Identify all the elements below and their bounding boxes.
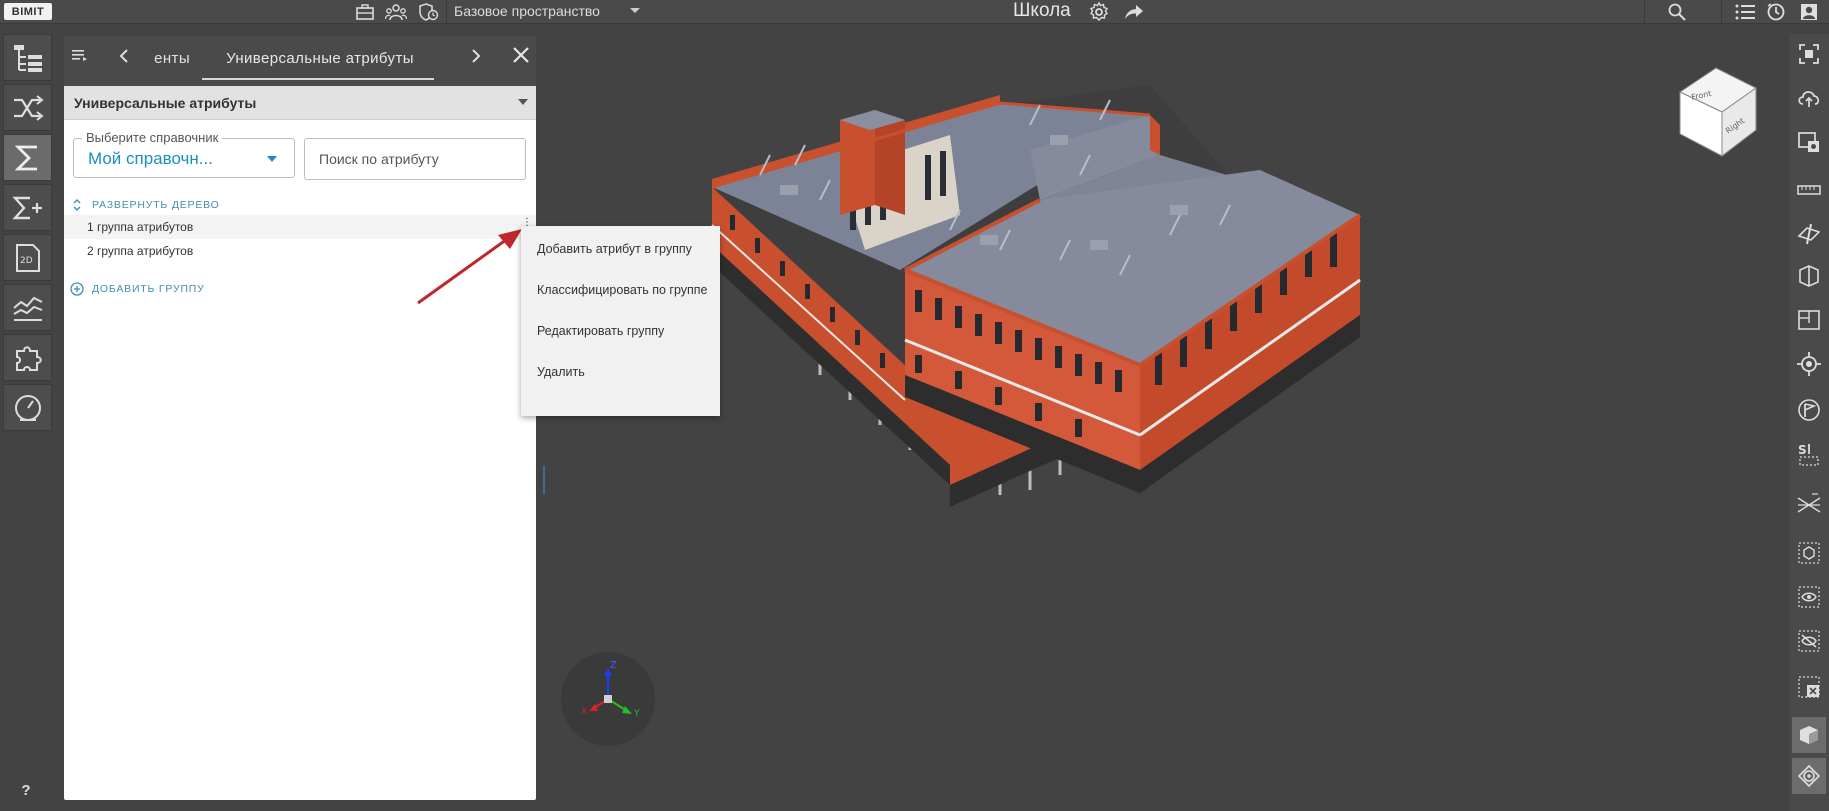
- analytics-button[interactable]: [3, 284, 52, 331]
- gear-icon[interactable]: [1088, 2, 1110, 22]
- grid-axes-icon[interactable]: [1792, 486, 1826, 522]
- chart-lines-icon: [12, 296, 42, 321]
- tab-elements[interactable]: Элементы: [154, 50, 190, 67]
- axis-z-label: Z: [610, 660, 617, 671]
- panel-resize-handle[interactable]: [543, 466, 545, 494]
- chevron-down-icon[interactable]: [628, 4, 642, 23]
- solid-cube-icon[interactable]: [1792, 717, 1826, 753]
- tree-item-label: 1 группа атрибутов: [87, 220, 194, 234]
- cloud-upload-icon[interactable]: [1792, 80, 1826, 116]
- target-icon[interactable]: [1792, 346, 1826, 382]
- drawings-2d-button[interactable]: 2D: [3, 234, 52, 281]
- notifications-icon[interactable]: [1765, 2, 1787, 22]
- attributes-button[interactable]: [3, 134, 52, 181]
- section-title: Универсальные атрибуты: [74, 95, 257, 111]
- hide-eye-icon[interactable]: [1792, 623, 1826, 659]
- caret-down-icon[interactable]: [518, 99, 528, 105]
- chevron-right-icon[interactable]: [470, 48, 482, 69]
- add-calculation-button[interactable]: [3, 184, 52, 231]
- expand-tree-button[interactable]: РАЗВЕРНУТЬ ДЕРЕВО: [72, 198, 220, 212]
- help-button[interactable]: ?: [12, 778, 40, 802]
- tree-icon: [13, 44, 42, 72]
- menu-item-classify-by-group[interactable]: Классифицировать по группе: [537, 283, 708, 297]
- menu-list-icon[interactable]: [71, 47, 89, 68]
- annotation-arrow: [417, 229, 522, 305]
- svg-text:S: S: [1798, 443, 1807, 457]
- section-box-icon[interactable]: [1792, 258, 1826, 294]
- model-tree-button[interactable]: [3, 34, 52, 81]
- briefcase-icon[interactable]: [354, 2, 376, 22]
- tree-item-label: 2 группа атрибутов: [87, 244, 194, 258]
- view-cube[interactable]: Front Right: [1672, 64, 1764, 160]
- attribute-search-input[interactable]: [304, 138, 526, 180]
- section-header[interactable]: Универсальные атрибуты: [64, 86, 536, 120]
- ruler-icon[interactable]: [1792, 172, 1826, 208]
- 2d-sheet-icon: 2D: [15, 243, 40, 272]
- add-group-label: ДОБАВИТЬ ГРУППУ: [92, 283, 205, 295]
- flag-icon[interactable]: [1792, 392, 1826, 428]
- dashboard-button[interactable]: [3, 384, 52, 431]
- section-plane-icon[interactable]: [1792, 216, 1826, 252]
- clear-selection-icon[interactable]: [1792, 669, 1826, 705]
- active-tab-indicator: [202, 78, 434, 80]
- sigma-plus-icon: [11, 196, 42, 219]
- isolate-box-icon[interactable]: [1792, 535, 1826, 571]
- orbit-navigation-icon[interactable]: [1792, 758, 1826, 794]
- workspace-select[interactable]: Базовое пространство: [454, 3, 600, 19]
- select-value[interactable]: Мой справочн...: [88, 149, 213, 169]
- floor-plan-icon[interactable]: [1792, 302, 1826, 338]
- selection-set-icon[interactable]: S: [1792, 436, 1826, 472]
- top-bar: BIMIT Базовое пространство Школа: [0, 0, 1829, 24]
- shuffle-icon: [13, 94, 44, 121]
- shuffle-button[interactable]: [3, 84, 52, 131]
- expand-chevrons-icon: [73, 199, 81, 211]
- gauge-icon: [14, 394, 41, 421]
- plugins-button[interactable]: [3, 334, 52, 381]
- app-logo: BIMIT: [4, 3, 52, 20]
- select-label: Выберите справочник: [82, 130, 223, 145]
- axis-x-label: X: [581, 707, 587, 717]
- list-icon[interactable]: [1734, 2, 1756, 22]
- sigma-icon: [14, 145, 37, 170]
- axis-y-label: Y: [633, 709, 640, 719]
- building-3d-model[interactable]: [700, 75, 1380, 575]
- svg-text:2D: 2D: [20, 256, 33, 266]
- show-eye-icon[interactable]: [1792, 579, 1826, 615]
- chevron-left-icon[interactable]: [118, 48, 130, 69]
- fit-view-icon[interactable]: [1792, 36, 1826, 72]
- user-avatar-icon[interactable]: [1798, 2, 1820, 22]
- menu-item-add-attribute[interactable]: Добавить атрибут в группу: [537, 242, 692, 256]
- search-icon[interactable]: [1666, 2, 1688, 22]
- share-icon[interactable]: [1123, 2, 1145, 22]
- context-menu: Добавить атрибут в группу Классифицирова…: [521, 226, 720, 416]
- close-icon[interactable]: [512, 46, 530, 69]
- menu-item-delete[interactable]: Удалить: [537, 365, 585, 379]
- add-group-button[interactable]: ДОБАВИТЬ ГРУППУ: [70, 282, 205, 296]
- shield-clock-icon[interactable]: [418, 2, 440, 22]
- team-icon[interactable]: [385, 2, 407, 22]
- project-title: Школа: [1013, 0, 1071, 21]
- caret-down-icon[interactable]: [267, 156, 277, 162]
- expand-tree-label: РАЗВЕРНУТЬ ДЕРЕВО: [92, 199, 220, 211]
- menu-item-edit-group[interactable]: Редактировать группу: [537, 324, 664, 338]
- axis-orientation-widget: Z Y X: [561, 652, 655, 746]
- select-area-icon[interactable]: [1792, 124, 1826, 160]
- puzzle-icon: [15, 345, 42, 371]
- add-circle-icon: [70, 282, 84, 296]
- tab-universal-attributes[interactable]: Универсальные атрибуты: [206, 50, 434, 67]
